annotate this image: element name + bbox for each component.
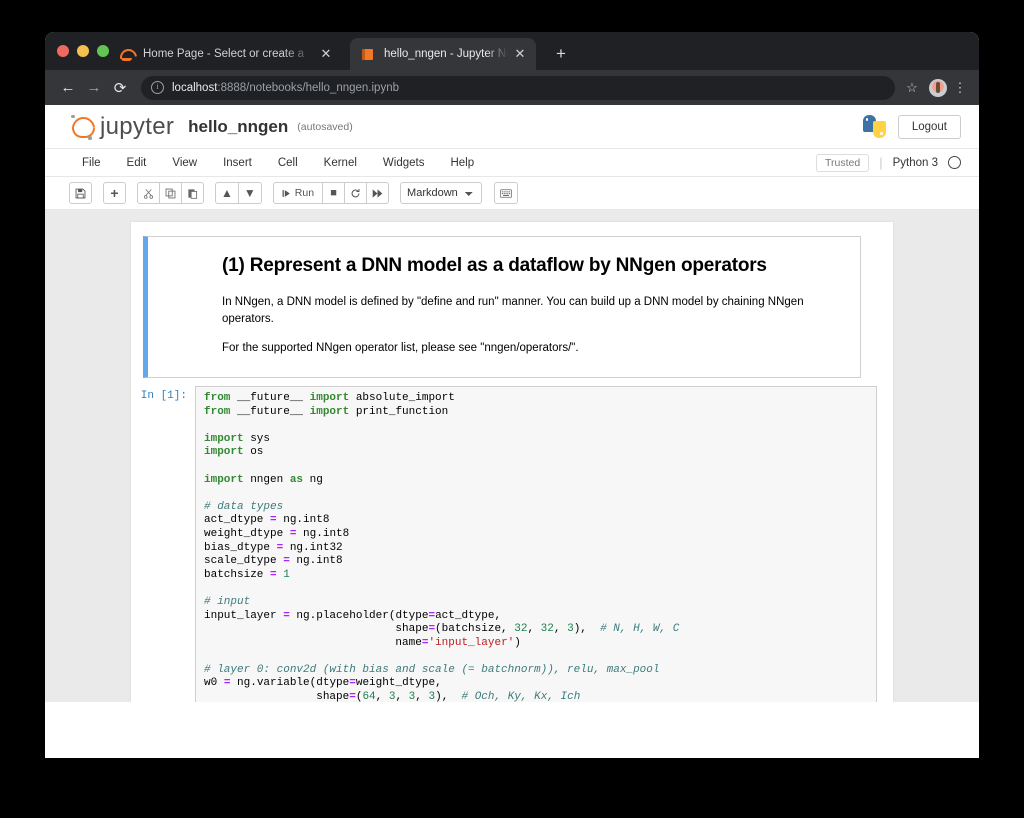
python-logo-icon: [863, 115, 886, 138]
reload-icon[interactable]: ⟳: [107, 75, 133, 101]
jupyter-toolbar: +: [45, 177, 979, 210]
run-button[interactable]: Run: [273, 182, 323, 204]
notebook-favicon: [360, 47, 375, 62]
menu-item-insert[interactable]: Insert: [210, 153, 265, 173]
restart-kernel-button[interactable]: [344, 182, 367, 204]
markdown-cell[interactable]: (1) Represent a DNN model as a dataflow …: [131, 232, 877, 382]
markdown-heading: (1) Represent a DNN model as a dataflow …: [222, 255, 834, 277]
cut-cell-button[interactable]: [137, 182, 160, 204]
menu-item-file[interactable]: File: [69, 153, 114, 173]
kernel-idle-indicator-icon[interactable]: [948, 156, 961, 169]
menu-bar-right: Trusted | Python 3: [816, 154, 961, 172]
menu-item-cell[interactable]: Cell: [265, 153, 311, 173]
toolbar-group-save: [69, 182, 92, 204]
jupyter-favicon: [119, 47, 134, 62]
browser-tab-home-page[interactable]: Home Page - Select or create a ✕: [109, 38, 342, 70]
site-info-icon[interactable]: i: [151, 81, 164, 94]
forward-icon[interactable]: →: [81, 75, 107, 101]
window-controls: [57, 45, 109, 57]
tab-title: Home Page - Select or create a: [143, 48, 314, 60]
menu-divider: |: [879, 155, 882, 170]
jupyter-header: jupyter hello_nngen (autosaved) Logout: [45, 105, 979, 149]
code-editor[interactable]: from __future__ import absolute_import f…: [195, 386, 877, 702]
paste-cell-button[interactable]: [181, 182, 204, 204]
toolbar-group-run: Run ■: [273, 182, 389, 204]
code-source[interactable]: from __future__ import absolute_import f…: [204, 392, 876, 702]
page-viewport: jupyter hello_nngen (autosaved) Logout F…: [45, 105, 979, 758]
code-cell[interactable]: In [1]: from __future__ import absolute_…: [131, 382, 893, 702]
profile-avatar[interactable]: [929, 79, 947, 97]
bookmark-star-icon[interactable]: ☆: [901, 80, 923, 96]
minimize-window-button[interactable]: [77, 45, 89, 57]
header-right-controls: Logout: [863, 115, 961, 139]
interrupt-kernel-button[interactable]: ■: [322, 182, 345, 204]
move-cell-up-button[interactable]: ▲: [215, 182, 239, 204]
autosave-status: (autosaved): [297, 121, 352, 133]
address-bar[interactable]: i localhost:8888/notebooks/hello_nngen.i…: [141, 76, 895, 100]
notebook-container: (1) Represent a DNN model as a dataflow …: [131, 222, 893, 702]
maximize-window-button[interactable]: [97, 45, 109, 57]
jupyter-logo[interactable]: jupyter: [69, 113, 174, 141]
menu-item-widgets[interactable]: Widgets: [370, 153, 438, 173]
jupyter-logo-icon: [69, 114, 95, 140]
notebook-name[interactable]: hello_nngen: [188, 117, 288, 137]
toolbar-group-move: ▲ ▼: [215, 182, 262, 204]
move-cell-down-button[interactable]: ▼: [238, 182, 262, 204]
notebook-background: (1) Represent a DNN model as a dataflow …: [45, 210, 979, 702]
restart-and-run-all-button[interactable]: [366, 182, 389, 204]
code-cell-prompt: In [1]:: [131, 386, 195, 702]
browser-tab-hello-nngen[interactable]: hello_nngen - Jupyter Noteboo ✕: [350, 38, 536, 70]
logout-button[interactable]: Logout: [898, 115, 961, 139]
tab-strip: Home Page - Select or create a ✕ hello_n…: [45, 32, 979, 70]
back-icon[interactable]: ←: [55, 75, 81, 101]
chrome-menu-icon[interactable]: ⋮: [951, 83, 969, 92]
command-palette-button[interactable]: [494, 182, 518, 204]
menu-item-view[interactable]: View: [159, 153, 210, 173]
jupyter-menu-bar: File Edit View Insert Cell Kernel Widget…: [45, 149, 979, 177]
browser-toolbar: ← → ⟳ i localhost:8888/notebooks/hello_n…: [45, 70, 979, 105]
address-bar-url: localhost:8888/notebooks/hello_nngen.ipy…: [172, 82, 399, 94]
url-path: :8888/notebooks/hello_nngen.ipynb: [217, 82, 399, 94]
trusted-badge[interactable]: Trusted: [816, 154, 869, 172]
close-tab-icon[interactable]: ✕: [318, 46, 334, 62]
toolbar-group-edit: [137, 182, 204, 204]
new-tab-button[interactable]: +: [550, 43, 572, 65]
screen: Home Page - Select or create a ✕ hello_n…: [0, 0, 1024, 818]
close-window-button[interactable]: [57, 45, 69, 57]
cell-type-select[interactable]: CodeMarkdownRaw NBConvertHeading: [400, 182, 482, 204]
tab-title: hello_nngen - Jupyter Noteboo: [384, 48, 508, 60]
run-button-label: Run: [295, 187, 314, 199]
browser-window: Home Page - Select or create a ✕ hello_n…: [45, 32, 979, 758]
menu-item-kernel[interactable]: Kernel: [311, 153, 370, 173]
markdown-paragraph: In NNgen, a DNN model is defined by "def…: [222, 294, 834, 327]
kernel-name: Python 3: [893, 157, 938, 169]
close-tab-icon[interactable]: ✕: [512, 46, 528, 62]
markdown-rendered-output[interactable]: (1) Represent a DNN model as a dataflow …: [143, 236, 861, 378]
markdown-paragraph: For the supported NNgen operator list, p…: [222, 340, 834, 357]
url-host: localhost: [172, 82, 217, 94]
insert-cell-below-button[interactable]: +: [103, 182, 126, 204]
copy-cell-button[interactable]: [159, 182, 182, 204]
jupyter-logo-text: jupyter: [100, 113, 174, 141]
save-button[interactable]: [69, 182, 92, 204]
toolbar-group-insert: +: [103, 182, 126, 204]
menu-item-help[interactable]: Help: [437, 153, 487, 173]
menu-item-edit[interactable]: Edit: [114, 153, 160, 173]
